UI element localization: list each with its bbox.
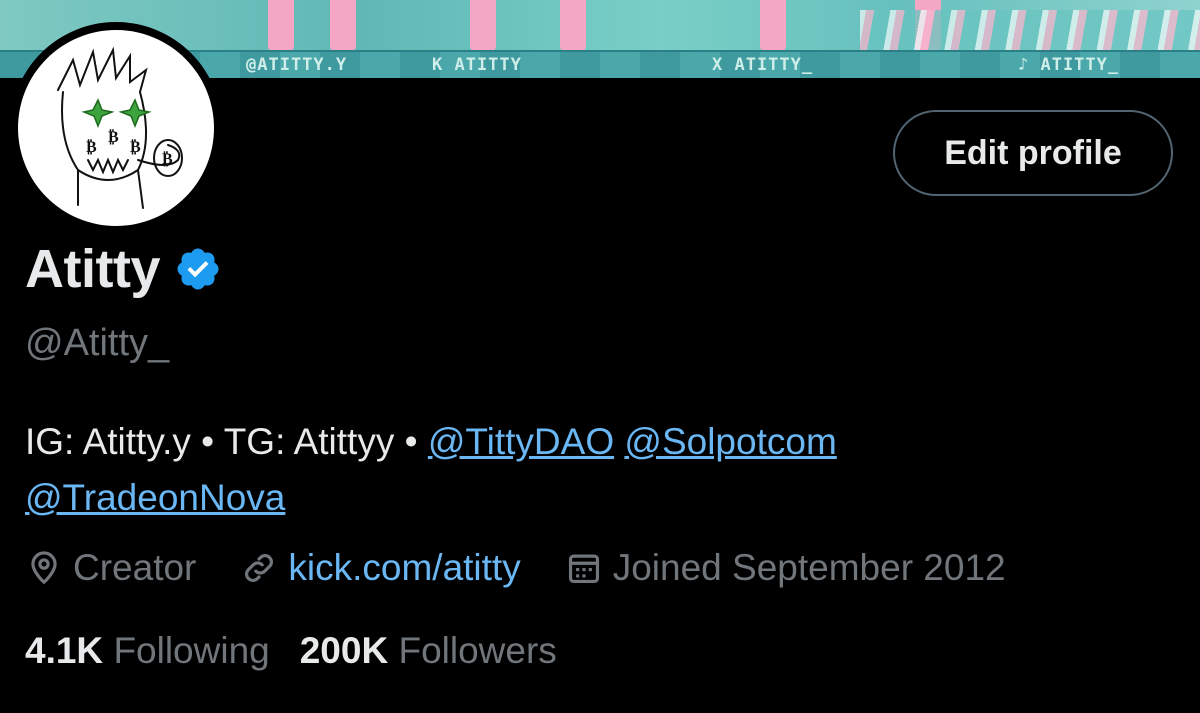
banner-wave bbox=[860, 10, 1200, 50]
location-pin-icon bbox=[31, 551, 57, 585]
banner-tag-tiktok: ♪ ATITTY_ bbox=[1018, 55, 1120, 75]
profile-meta: Creator kick.com/atitty Joined September… bbox=[25, 547, 1050, 589]
svg-text:₿: ₿ bbox=[86, 137, 97, 156]
avatar-sketch-icon: ₿ ₿ ₿ ₿ bbox=[57, 46, 183, 209]
meta-joined: Joined September 2012 bbox=[565, 547, 1006, 589]
following-label: Following bbox=[113, 630, 270, 671]
banner-pillar bbox=[470, 0, 496, 52]
banner-pillar bbox=[560, 0, 586, 52]
website-link[interactable]: kick.com/atitty bbox=[288, 547, 520, 589]
calendar-icon bbox=[568, 554, 599, 584]
meta-category: Creator bbox=[25, 547, 196, 589]
svg-text:₿: ₿ bbox=[162, 149, 173, 168]
bio-mention-tittydao[interactable]: @TittyDAO bbox=[428, 421, 614, 462]
banner-pillar bbox=[760, 0, 786, 52]
bio-mention-solpotcom[interactable]: @Solpotcom bbox=[624, 421, 836, 462]
category-text: Creator bbox=[73, 547, 197, 588]
banner-pillar bbox=[330, 0, 356, 52]
followers-count: 200K bbox=[299, 630, 389, 671]
followers-stat[interactable]: 200K Followers bbox=[300, 630, 557, 672]
avatar[interactable]: ₿ ₿ ₿ ₿ bbox=[10, 22, 222, 234]
meta-website: kick.com/atitty bbox=[240, 547, 521, 589]
banner-tag-x: X ATITTY_ bbox=[712, 55, 814, 75]
banner-tag-instagram: @ATITTY.Y bbox=[246, 55, 348, 75]
display-name: Atitty bbox=[25, 239, 160, 299]
profile-bio: IG: Atitty.y • TG: Atittyy • @TittyDAO @… bbox=[25, 414, 1175, 526]
link-icon bbox=[245, 554, 274, 582]
joined-text: Joined September 2012 bbox=[612, 547, 1006, 588]
follow-stats: 4.1K Following 200K Followers bbox=[25, 630, 587, 672]
bio-text: IG: Atitty.y • TG: Atittyy • bbox=[25, 421, 428, 462]
following-count: 4.1K bbox=[25, 630, 104, 671]
svg-text:₿: ₿ bbox=[108, 127, 119, 146]
user-handle: @Atitty_ bbox=[25, 322, 170, 364]
followers-label: Followers bbox=[398, 630, 557, 671]
name-row: Atitty bbox=[25, 238, 222, 300]
bio-mention-tradeonnova[interactable]: @TradeonNova bbox=[25, 477, 285, 518]
verified-badge-icon[interactable] bbox=[174, 245, 222, 293]
following-stat[interactable]: 4.1K Following bbox=[25, 630, 270, 672]
svg-text:₿: ₿ bbox=[130, 137, 141, 156]
banner-pillar bbox=[268, 0, 294, 52]
avatar-image: ₿ ₿ ₿ ₿ bbox=[18, 30, 214, 226]
banner-tag-kick: K ATITTY bbox=[432, 55, 522, 75]
edit-profile-button[interactable]: Edit profile bbox=[893, 110, 1173, 196]
